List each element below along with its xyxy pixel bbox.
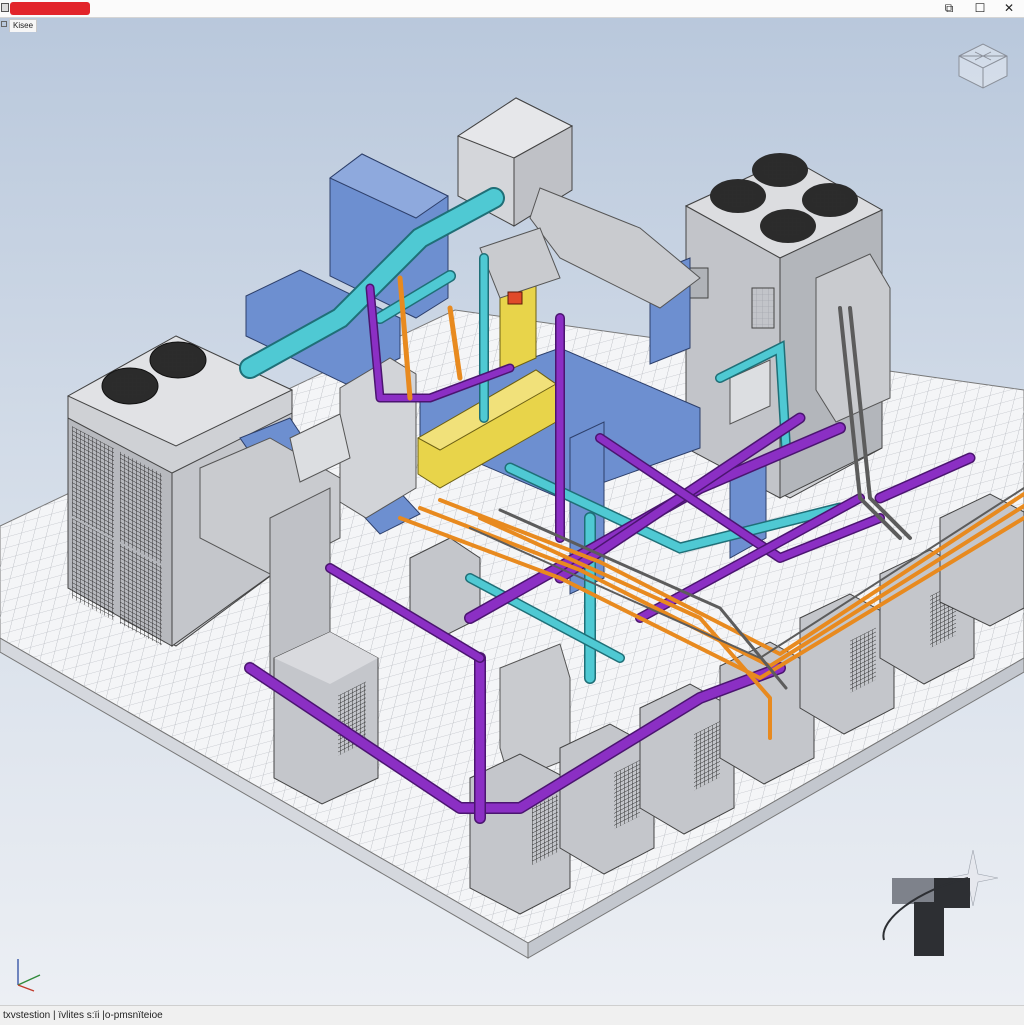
tab-label: Kisee — [13, 21, 34, 30]
app-logo-icon — [882, 850, 998, 956]
viewcube-icon[interactable] — [955, 38, 1011, 90]
title-bar: ⧉ ☐ ✕ — [0, 0, 1024, 18]
maximize-button[interactable]: ☐ — [965, 0, 995, 17]
document-tab[interactable]: Kisee — [9, 19, 38, 32]
axis-triad-icon — [17, 959, 41, 992]
window-title — [10, 2, 90, 15]
document-tab-strip: Kisee — [0, 18, 1024, 32]
valve-marker[interactable] — [507, 291, 523, 305]
hvac-model-view[interactable] — [0, 18, 1024, 1005]
close-button[interactable]: ✕ — [994, 0, 1024, 17]
document-icon — [1, 21, 7, 27]
app-icon[interactable] — [1, 3, 9, 12]
restore-button[interactable]: ⧉ — [934, 0, 964, 17]
status-bar: txvstestion | ïvlites s:ïi |o-pmsnïteioe — [0, 1005, 1024, 1025]
model-viewport[interactable] — [0, 18, 1024, 1005]
status-text: txvstestion | ïvlites s:ïi |o-pmsnïteioe — [3, 1010, 163, 1021]
